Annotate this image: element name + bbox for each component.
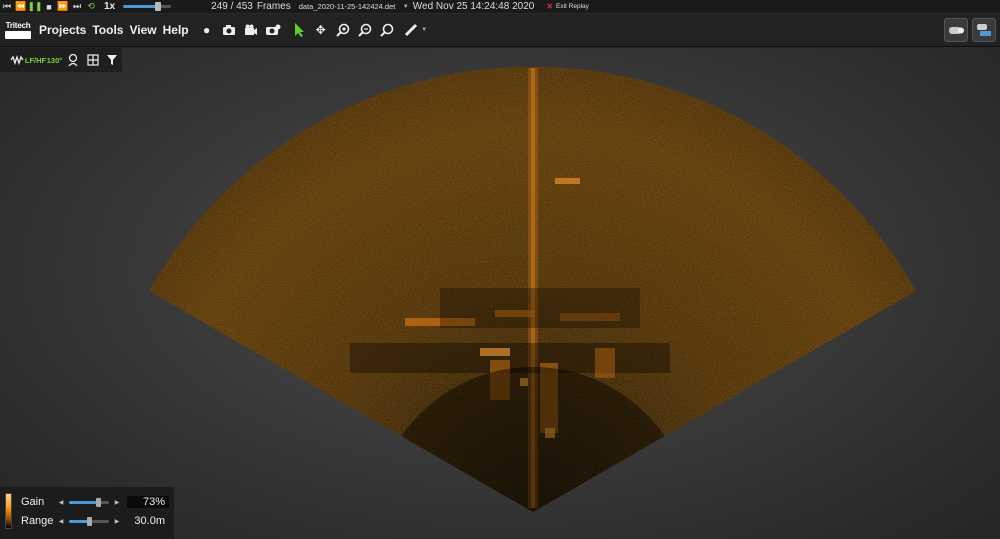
ruler-icon [405, 23, 418, 37]
measure-tool-dropdown[interactable]: ▼ [403, 20, 429, 40]
network-sonar-icon [977, 24, 991, 36]
close-icon: ✕ [546, 2, 554, 11]
frame-counter: 249 / 453 Frames [211, 1, 291, 12]
zoom-reset-icon [379, 23, 393, 37]
chevron-down-icon: ▼ [402, 3, 409, 10]
skip-start-icon: ⏮ [2, 1, 12, 11]
grid-button[interactable] [84, 51, 101, 69]
scrub-handle[interactable] [154, 2, 161, 11]
file-name: data_2020-11-25-142424.det [298, 2, 396, 11]
gain-value[interactable]: 73% [127, 496, 169, 508]
screenshot-button[interactable] [219, 20, 239, 40]
rewind-button[interactable]: ⏪ [14, 0, 28, 13]
pause-button[interactable]: ❚❚ [27, 0, 43, 13]
fast-forward-icon: ⏩ [57, 1, 69, 11]
signal-filter-button[interactable] [8, 51, 25, 69]
frequency-toggle-button[interactable]: LF/HF [24, 51, 47, 69]
gain-label: Gain [21, 496, 45, 508]
logo-mark [5, 31, 31, 39]
replay-scrub-slider[interactable] [123, 2, 172, 11]
sonar-viewport[interactable] [0, 48, 1000, 539]
file-select[interactable]: data_2020-11-25-142424.det ▼ [299, 2, 409, 11]
zoom-out-button[interactable] [355, 20, 375, 40]
menu-help[interactable]: Help [163, 23, 189, 37]
skip-to-start-button[interactable]: ⏮ [0, 0, 14, 13]
menu-projects[interactable]: Projects [39, 23, 86, 37]
range-value[interactable]: 30.0m [127, 515, 169, 527]
stop-button[interactable]: ■ [42, 0, 56, 13]
gain-slider-handle[interactable] [96, 497, 102, 507]
pause-icon: ❚❚ [27, 1, 43, 11]
record-icon: ● [203, 23, 211, 37]
sonar-head-icon [949, 27, 964, 34]
chevron-down-icon: ▼ [421, 27, 428, 33]
loop-button[interactable]: ⟲ [84, 0, 98, 13]
zoom-reset-button[interactable] [377, 20, 397, 40]
filter-icon [106, 55, 117, 65]
range-slider-handle[interactable] [87, 516, 92, 526]
fast-forward-button[interactable]: ⏩ [56, 0, 70, 13]
range-label: Range [21, 515, 54, 527]
current-frame: 249 [211, 1, 228, 12]
zoom-in-icon [335, 23, 349, 37]
playback-speed[interactable]: 1x [104, 1, 115, 12]
color-palette-bar[interactable] [5, 493, 12, 529]
sonar-settings-toolbar: LF/HF 130° [0, 48, 122, 72]
replay-datetime: Wed Nov 25 14:24:48 2020 [412, 1, 535, 12]
zoom-in-button[interactable] [333, 20, 353, 40]
pointer-icon [294, 23, 304, 37]
exit-replay-label: Exit Replay [556, 3, 589, 10]
snapshot-settings-button[interactable] [263, 20, 283, 40]
exit-replay-button[interactable]: ✕ Exit Replay [546, 2, 589, 11]
logo-text: Tritech [5, 21, 31, 30]
range-decrease-icon[interactable]: ◀ [57, 518, 65, 525]
menu-tools[interactable]: Tools [92, 23, 123, 37]
scrub-fill [123, 5, 157, 8]
target-tracking-button[interactable] [65, 51, 82, 69]
pan-tool-button[interactable]: ✥ [311, 20, 331, 40]
range-control: Range ◀ ▶ 30.0m [21, 514, 171, 528]
video-record-button[interactable] [241, 20, 261, 40]
gain-slider[interactable] [69, 497, 109, 507]
grid-icon [86, 54, 99, 66]
target-person-icon [67, 53, 78, 67]
range-increase-icon[interactable]: ▶ [113, 518, 121, 525]
frame-separator: / [227, 1, 237, 12]
camera-gear-icon [265, 24, 281, 35]
sonar-device-button[interactable] [944, 18, 968, 42]
camera-icon [222, 25, 235, 35]
move-icon: ✥ [315, 23, 326, 37]
tritech-logo: Tritech [3, 18, 33, 42]
gain-range-panel: Gain ◀ ▶ 73% Range ◀ ▶ 30.0m [0, 487, 174, 539]
gain-decrease-icon[interactable]: ◀ [57, 499, 65, 506]
right-toolbar [940, 18, 996, 42]
gain-increase-icon[interactable]: ▶ [113, 499, 121, 506]
rewind-icon: ⏪ [15, 1, 27, 11]
range-slider[interactable] [69, 516, 109, 526]
filter-button[interactable] [103, 51, 120, 69]
gain-control: Gain ◀ ▶ 73% [21, 495, 171, 509]
total-frames: 453 [236, 1, 253, 12]
frames-label: Frames [256, 1, 291, 12]
video-camera-icon [244, 24, 257, 35]
stop-icon: ■ [46, 1, 52, 12]
waveform-icon [9, 55, 24, 65]
replay-bar: ⏮ ⏪ ❚❚ ■ ⏩ ⏭ ⟲ 1x 249 / 453 Frames data_2… [0, 0, 1000, 13]
pointer-tool-button[interactable] [289, 20, 309, 40]
loop-icon: ⟲ [87, 1, 95, 11]
aperture-angle: 130° [46, 55, 63, 65]
range-slider-fill [69, 519, 89, 523]
lf-hf-label: LF/HF [24, 55, 47, 65]
sonar-fan-image [149, 66, 916, 513]
network-device-button[interactable] [972, 18, 996, 42]
gain-slider-fill [69, 500, 99, 504]
menu-bar: Tritech Projects Tools View Help ● ✥ ▼ [0, 14, 1000, 47]
skip-to-end-button[interactable]: ⏭ [70, 0, 84, 13]
menu-view[interactable]: View [129, 23, 156, 37]
aperture-button[interactable]: 130° [46, 51, 63, 69]
skip-end-icon: ⏭ [72, 1, 82, 11]
zoom-out-icon [357, 23, 371, 37]
record-button[interactable]: ● [197, 20, 217, 40]
